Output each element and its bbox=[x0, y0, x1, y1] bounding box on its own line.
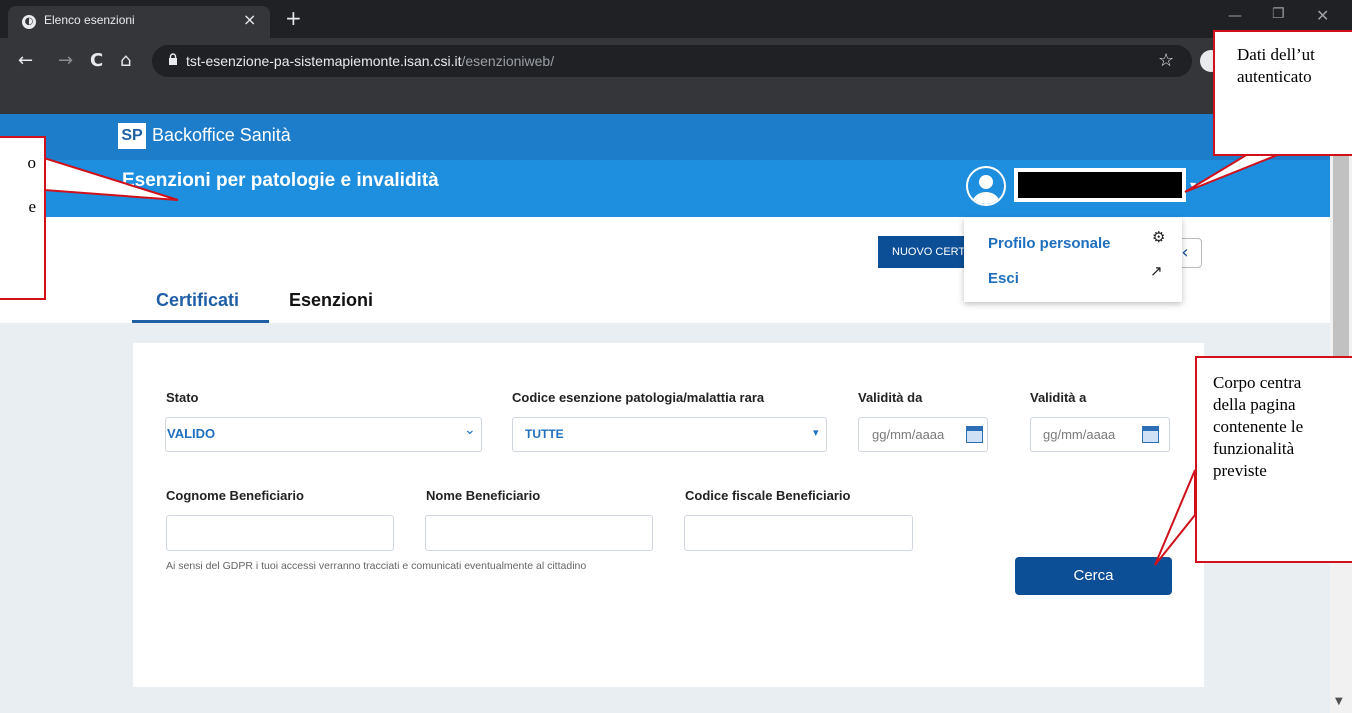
cognome-input[interactable] bbox=[166, 515, 394, 551]
chevron-down-icon[interactable]: ▾ bbox=[1190, 178, 1196, 192]
validita-da-placeholder: gg/mm/aaaa bbox=[872, 427, 945, 442]
user-name-redacted[interactable] bbox=[1014, 168, 1186, 202]
calendar-icon[interactable] bbox=[1142, 426, 1159, 443]
validita-a-placeholder: gg/mm/aaaa bbox=[1043, 427, 1116, 442]
sp-logo: SP bbox=[118, 123, 146, 149]
scroll-down-arrow-icon[interactable]: ▼ bbox=[1335, 696, 1343, 707]
body-callout: Corpo centra della pagina contenente le … bbox=[1195, 356, 1352, 563]
cognome-label: Cognome Beneficiario bbox=[166, 488, 304, 503]
reload-icon[interactable]: C bbox=[90, 50, 103, 71]
validita-da-label: Validità da bbox=[858, 390, 923, 405]
tab-title: Elenco esenzioni bbox=[44, 13, 135, 27]
home-icon[interactable]: ⌂ bbox=[120, 50, 131, 71]
page-title: Esenzioni per patologie e invalidità bbox=[122, 170, 439, 191]
nome-label: Nome Beneficiario bbox=[426, 488, 541, 503]
header-callout: o e bbox=[0, 136, 46, 300]
user-data-callout: Dati dell’ut autenticato bbox=[1213, 30, 1352, 156]
tab-close-icon[interactable]: × bbox=[243, 10, 256, 29]
search-button[interactable]: Cerca bbox=[1015, 557, 1172, 595]
codice-label: Codice esenzione patologia/malattia rara bbox=[512, 390, 765, 405]
bookmark-bar bbox=[0, 88, 1352, 114]
back-arrow-icon[interactable]: ← bbox=[18, 50, 33, 71]
new-tab-button[interactable]: + bbox=[285, 6, 302, 30]
new-certificate-button[interactable]: NUOVO CERTIFICATO bbox=[878, 236, 968, 268]
calendar-icon[interactable] bbox=[966, 426, 983, 443]
stato-value: VALIDO bbox=[167, 426, 216, 441]
external-link-icon[interactable]: ↗ bbox=[1150, 262, 1163, 280]
user-avatar-icon[interactable] bbox=[966, 166, 1006, 206]
globe-icon: ◐ bbox=[22, 15, 36, 29]
nome-input[interactable] bbox=[425, 515, 653, 551]
maximize-icon[interactable]: ❐ bbox=[1272, 6, 1285, 22]
minimize-icon[interactable]: — bbox=[1228, 8, 1242, 24]
user-menu-dropdown bbox=[964, 218, 1182, 302]
menu-item-esci[interactable]: Esci bbox=[988, 270, 1019, 287]
stato-label: Stato bbox=[166, 390, 199, 405]
lock-icon bbox=[169, 53, 177, 65]
validita-a-label: Validità a bbox=[1030, 390, 1087, 405]
url-text: tst-esenzione-pa-sistemapiemonte.isan.cs… bbox=[186, 53, 555, 69]
window-close-icon[interactable]: ✕ bbox=[1316, 6, 1329, 25]
tab-esenzioni[interactable]: Esenzioni bbox=[289, 290, 373, 311]
codice-fiscale-input[interactable] bbox=[684, 515, 913, 551]
menu-item-profilo[interactable]: Profilo personale bbox=[988, 235, 1111, 252]
bookmark-star-icon[interactable]: ☆ bbox=[1158, 50, 1174, 71]
scrollbar-thumb[interactable] bbox=[1333, 120, 1349, 390]
gear-icon[interactable]: ⚙ bbox=[1152, 228, 1165, 246]
codice-fiscale-label: Codice fiscale Beneficiario bbox=[685, 488, 851, 503]
gdpr-note: Ai sensi del GDPR i tuoi accessi verrann… bbox=[166, 560, 587, 572]
codice-value: TUTTE bbox=[525, 427, 564, 441]
select-arrow-icon: ▾ bbox=[813, 426, 819, 439]
tab-certificati[interactable]: Certificati bbox=[156, 290, 239, 311]
app-title: Backoffice Sanità bbox=[152, 125, 291, 145]
forward-arrow-icon[interactable]: → bbox=[58, 50, 73, 71]
chevron-down-icon: ⌄ bbox=[464, 422, 476, 438]
